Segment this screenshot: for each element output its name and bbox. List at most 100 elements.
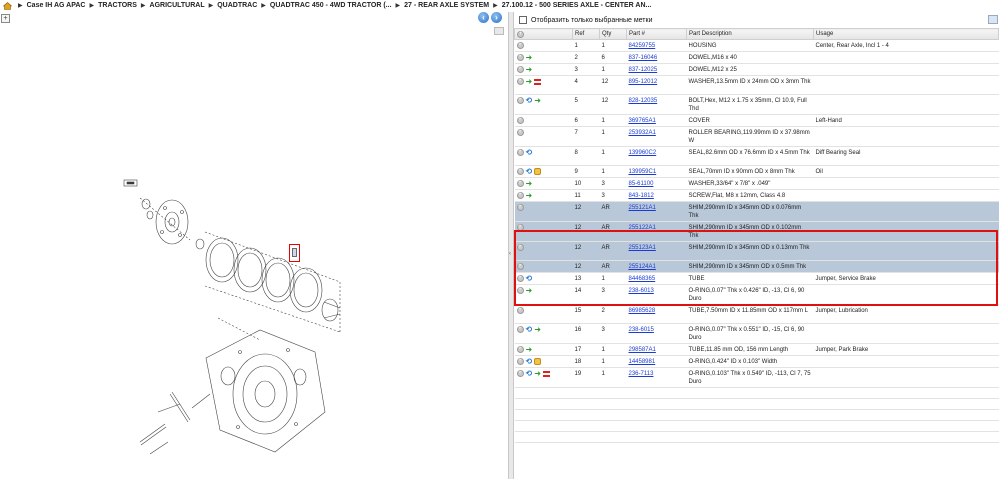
part-number-link[interactable]: 837-16046	[629, 55, 658, 61]
cell-part-number[interactable]: 298587A1	[626, 343, 687, 356]
expand-row-icon[interactable]: +	[516, 129, 524, 136]
previous-page-button[interactable]: ‹	[478, 12, 489, 23]
table-row[interactable]: + ➜ 2 6 837-16046 DOWEL,M16 x 40	[514, 51, 999, 64]
cell-part-number[interactable]: 828-12035	[626, 94, 687, 115]
expand-row-icon[interactable]: +	[516, 263, 524, 270]
table-row[interactable]: + ➜ 10 3 85-61100 WASHER,33/64" x 7/8" x .049…	[514, 177, 999, 190]
cell-part-number[interactable]: 837-16046	[626, 51, 687, 64]
substitute-arrow-icon[interactable]: ➜	[526, 78, 533, 86]
part-number-link[interactable]: 238-6015	[629, 327, 654, 333]
expand-row-icon[interactable]: +	[516, 244, 524, 251]
expand-row-icon[interactable]: +	[516, 275, 524, 282]
cell-part-number[interactable]: 14458981	[626, 355, 687, 368]
table-row[interactable]: +12 AR 255121A1 SHIM,290mm ID x 345mm OD x …	[514, 201, 999, 222]
substitute-arrow-icon[interactable]: ➜	[534, 97, 541, 105]
remanufactured-icon[interactable]: ⟲	[526, 149, 533, 157]
substitute-arrow-icon[interactable]: ➜	[534, 370, 541, 378]
cell-part-number[interactable]: 139959C1	[626, 165, 687, 178]
collapse-arrow-icon[interactable]: ‹	[509, 250, 513, 259]
header-ref[interactable]: Ref	[572, 28, 600, 40]
table-row[interactable]: +1 1 84259755 HOUSING Center, Rear Axle, Inc…	[514, 39, 999, 52]
header-icons[interactable]: +	[514, 28, 573, 40]
table-row[interactable]: +12 AR 255123A1 SHIM,290mm ID x 345mm OD x …	[514, 241, 999, 261]
flag-icon[interactable]	[534, 78, 542, 85]
expand-row-icon[interactable]: +	[516, 180, 524, 187]
table-row[interactable]: +12 AR 255122A1 SHIM,290mm ID x 345mm OD x …	[514, 221, 999, 242]
table-row[interactable]: +15 2 86985628 TUBE,7.50mm ID x 11.85mm OD …	[514, 304, 999, 324]
breadcrumb-item[interactable]: TRACTORS	[98, 2, 137, 9]
expand-row-icon[interactable]: +	[516, 97, 524, 104]
part-number-link[interactable]: 86985628	[629, 308, 656, 314]
part-number-link[interactable]: 255124A1	[629, 264, 656, 270]
cell-part-number[interactable]: 86985628	[626, 304, 687, 324]
table-row[interactable]: + ⟲ 18 1 14458981 O-RING,0.424" ID x 0.103" W…	[514, 355, 999, 368]
cell-part-number[interactable]: 84468365	[626, 272, 687, 285]
table-row[interactable]: + ➜ 17 1 298587A1 TUBE,11.85 mm OD, 156 mm Le…	[514, 343, 999, 356]
part-number-link[interactable]: 255122A1	[629, 225, 656, 231]
note-icon[interactable]	[534, 168, 542, 175]
cell-part-number[interactable]: 369765A1	[626, 114, 687, 127]
expand-row-icon[interactable]: +	[516, 192, 524, 199]
part-number-link[interactable]: 85-61100	[629, 181, 654, 187]
cell-part-number[interactable]: 255121A1	[626, 201, 687, 222]
expand-row-icon[interactable]: +	[516, 224, 524, 231]
table-row[interactable]: + ⟲ ➜ 19 1 236-7113 O-RING,0.103" Thk x 0.549"…	[514, 367, 999, 388]
table-row[interactable]: + ➜ 4 12 895-12012 WASHER,13.5mm ID x 24mm OD…	[514, 75, 999, 95]
export-icon[interactable]	[988, 15, 998, 24]
expand-button[interactable]: +	[1, 14, 10, 23]
part-number-link[interactable]: 84259755	[629, 43, 656, 49]
substitute-arrow-icon[interactable]: ➜	[526, 180, 533, 188]
cell-part-number[interactable]: 837-12025	[626, 63, 687, 76]
header-part-number[interactable]: Part #	[626, 28, 687, 40]
table-row[interactable]: + ⟲ 8 1 139960C2 SEAL,82.6mm OD x 76.6mm ID x…	[514, 146, 999, 166]
next-page-button[interactable]: ›	[491, 12, 502, 23]
part-number-link[interactable]: 369765A1	[629, 118, 656, 124]
cell-part-number[interactable]: 895-12012	[626, 75, 687, 95]
part-number-link[interactable]: 238-6013	[629, 288, 654, 294]
expand-row-icon[interactable]: +	[516, 358, 524, 365]
header-qty[interactable]: Qty	[599, 28, 627, 40]
cell-part-number[interactable]: 236-7113	[626, 367, 687, 388]
part-number-link[interactable]: 14458981	[629, 359, 656, 365]
part-number-link[interactable]: 895-12012	[629, 79, 658, 85]
cell-part-number[interactable]: 255123A1	[626, 241, 687, 261]
breadcrumb-item[interactable]: 27.100.12 - 500 SERIES AXLE - CENTER AN.…	[502, 2, 652, 9]
expand-row-icon[interactable]: +	[516, 66, 524, 73]
header-part-description[interactable]: Part Description	[686, 28, 814, 40]
breadcrumb-item[interactable]: 27 - REAR AXLE SYSTEM	[404, 2, 489, 9]
substitute-arrow-icon[interactable]: ➜	[526, 66, 533, 74]
show-selected-only-checkbox[interactable]	[519, 16, 527, 24]
part-number-link[interactable]: 843-1812	[629, 193, 654, 199]
flag-icon[interactable]	[542, 370, 550, 377]
substitute-arrow-icon[interactable]: ➜	[534, 326, 541, 334]
home-icon[interactable]	[3, 1, 12, 10]
remanufactured-icon[interactable]: ⟲	[526, 168, 533, 176]
substitute-arrow-icon[interactable]: ➜	[526, 346, 533, 354]
table-row[interactable]: + ⟲ 13 1 84468365 TUBE Jumper, Service Brake	[514, 272, 999, 285]
part-number-link[interactable]: 837-12025	[629, 67, 658, 73]
cell-part-number[interactable]: 238-6013	[626, 284, 687, 305]
expand-row-icon[interactable]: +	[516, 117, 524, 124]
expand-row-icon[interactable]: +	[516, 42, 524, 49]
note-icon[interactable]	[534, 358, 542, 365]
substitute-arrow-icon[interactable]: ➜	[526, 54, 533, 62]
breadcrumb-item[interactable]: Case IH AG APAC	[27, 2, 86, 9]
cell-part-number[interactable]: 238-6015	[626, 323, 687, 344]
part-number-link[interactable]: 84468365	[629, 276, 656, 282]
diagram-scroll-button[interactable]	[494, 27, 504, 35]
expand-row-icon[interactable]: +	[516, 149, 524, 156]
part-number-link[interactable]: 139960C2	[629, 150, 657, 156]
breadcrumb-item[interactable]: QUADTRAC	[217, 2, 257, 9]
cell-part-number[interactable]: 253932A1	[626, 126, 687, 147]
cell-part-number[interactable]: 255124A1	[626, 260, 687, 273]
breadcrumb-item[interactable]: QUADTRAC 450 - 4WD TRACTOR (...	[270, 2, 392, 9]
table-row[interactable]: +7 1 253932A1 ROLLER BEARING,119.99mm ID x …	[514, 126, 999, 147]
part-number-link[interactable]: 236-7113	[629, 371, 654, 377]
expand-row-icon[interactable]: +	[516, 287, 524, 294]
expand-all-icon[interactable]: +	[517, 30, 524, 38]
expand-row-icon[interactable]: +	[516, 54, 524, 61]
table-row[interactable]: + ⟲ ➜ 16 3 238-6015 O-RING,0.07" Thk x 0.551" …	[514, 323, 999, 344]
header-usage[interactable]: Usage	[813, 28, 999, 40]
cell-part-number[interactable]: 255122A1	[626, 221, 687, 242]
part-number-link[interactable]: 139959C1	[629, 169, 657, 175]
